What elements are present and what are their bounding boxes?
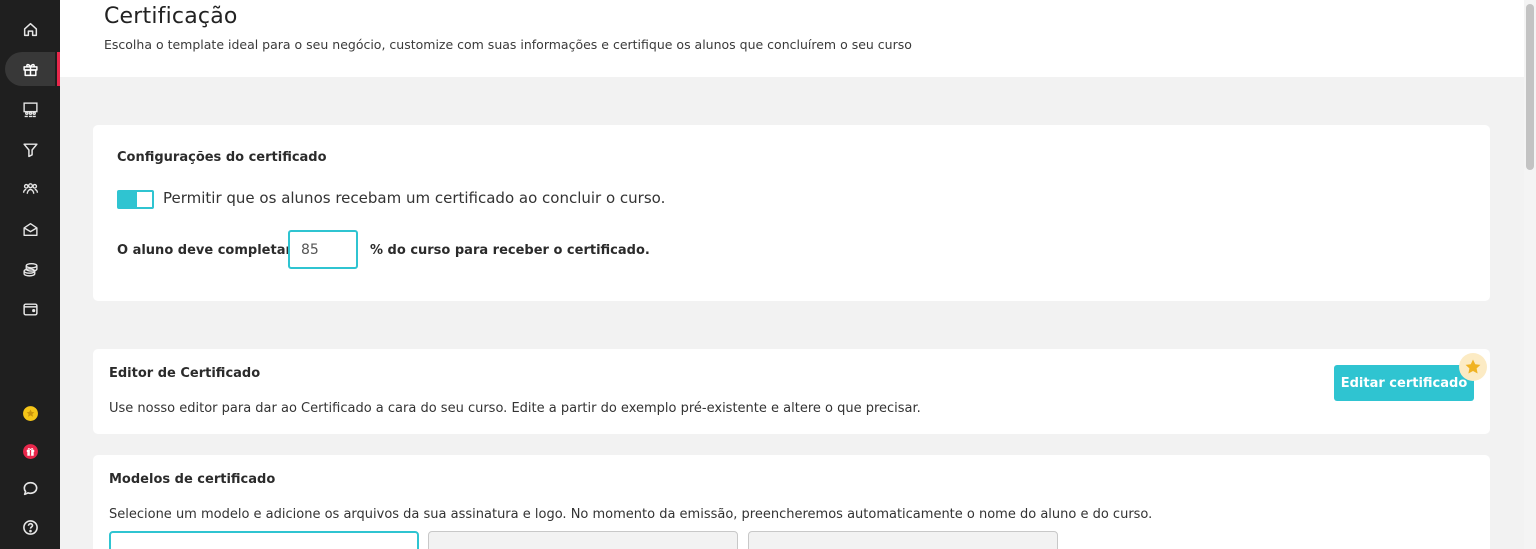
template-option-3[interactable] — [748, 531, 1058, 549]
page-subtitle: Escolha o template ideal para o seu negó… — [104, 37, 912, 52]
sidebar-item-courses[interactable] — [5, 92, 55, 126]
certificate-models-card: Modelos de certificado Selecione um mode… — [93, 455, 1490, 549]
edit-certificate-button[interactable]: Editar certificado — [1334, 365, 1474, 401]
certificate-editor-card: Editor de Certificado Use nosso editor p… — [93, 349, 1490, 434]
certificate-toggle-label: Permitir que os alunos recebam um certif… — [163, 189, 666, 207]
gift-badge-icon — [22, 443, 38, 459]
template-option-2[interactable] — [428, 531, 738, 549]
wallet-icon — [22, 302, 38, 316]
mail-icon — [22, 222, 38, 236]
star-icon — [1465, 359, 1481, 374]
complete-label: O aluno deve completar — [117, 243, 292, 258]
models-description: Selecione um modelo e adicione os arquiv… — [109, 507, 1153, 522]
sidebar-item-finance[interactable] — [5, 252, 55, 286]
sidebar-item-certification[interactable] — [5, 52, 60, 86]
chat-icon — [23, 481, 37, 495]
certificate-toggle[interactable] — [117, 190, 154, 209]
page-header: Certificação Escolha o template ideal pa… — [60, 0, 1524, 77]
sidebar-item-users[interactable] — [5, 172, 55, 206]
sidebar — [0, 0, 60, 549]
editor-title: Editor de Certificado — [109, 366, 261, 381]
completion-percent-input[interactable] — [288, 230, 358, 269]
models-title: Modelos de certificado — [109, 472, 276, 487]
sidebar-item-gifts[interactable] — [5, 434, 55, 468]
users-icon — [22, 182, 38, 194]
sidebar-item-help[interactable] — [5, 510, 55, 544]
scrollbar-thumb[interactable] — [1526, 4, 1534, 170]
editor-description: Use nosso editor para dar ao Certificado… — [109, 401, 921, 416]
template-option-1[interactable] — [109, 531, 419, 549]
page-scrollbar[interactable] — [1524, 0, 1536, 549]
funnel-icon — [22, 142, 38, 157]
sidebar-item-wallet[interactable] — [5, 292, 55, 326]
star-coin-icon — [22, 405, 38, 421]
toggle-knob — [119, 192, 137, 207]
home-icon — [23, 22, 37, 36]
sidebar-item-rewards[interactable] — [5, 396, 55, 430]
sidebar-item-email[interactable] — [5, 212, 55, 246]
percent-label: % do curso para receber o certificado. — [370, 243, 650, 258]
gift-icon — [22, 63, 38, 76]
premium-badge — [1459, 353, 1487, 381]
courses-icon — [22, 101, 38, 117]
help-icon — [22, 519, 38, 535]
sidebar-item-funnel[interactable] — [5, 132, 55, 166]
sidebar-item-home[interactable] — [5, 12, 55, 46]
sidebar-item-chat[interactable] — [5, 471, 55, 505]
certificate-config-title: Configurações do certificado — [117, 150, 327, 165]
coins-icon — [22, 262, 38, 277]
page-title: Certificação — [104, 4, 238, 29]
certificate-config-card: Configurações do certificado Permitir qu… — [93, 125, 1490, 301]
